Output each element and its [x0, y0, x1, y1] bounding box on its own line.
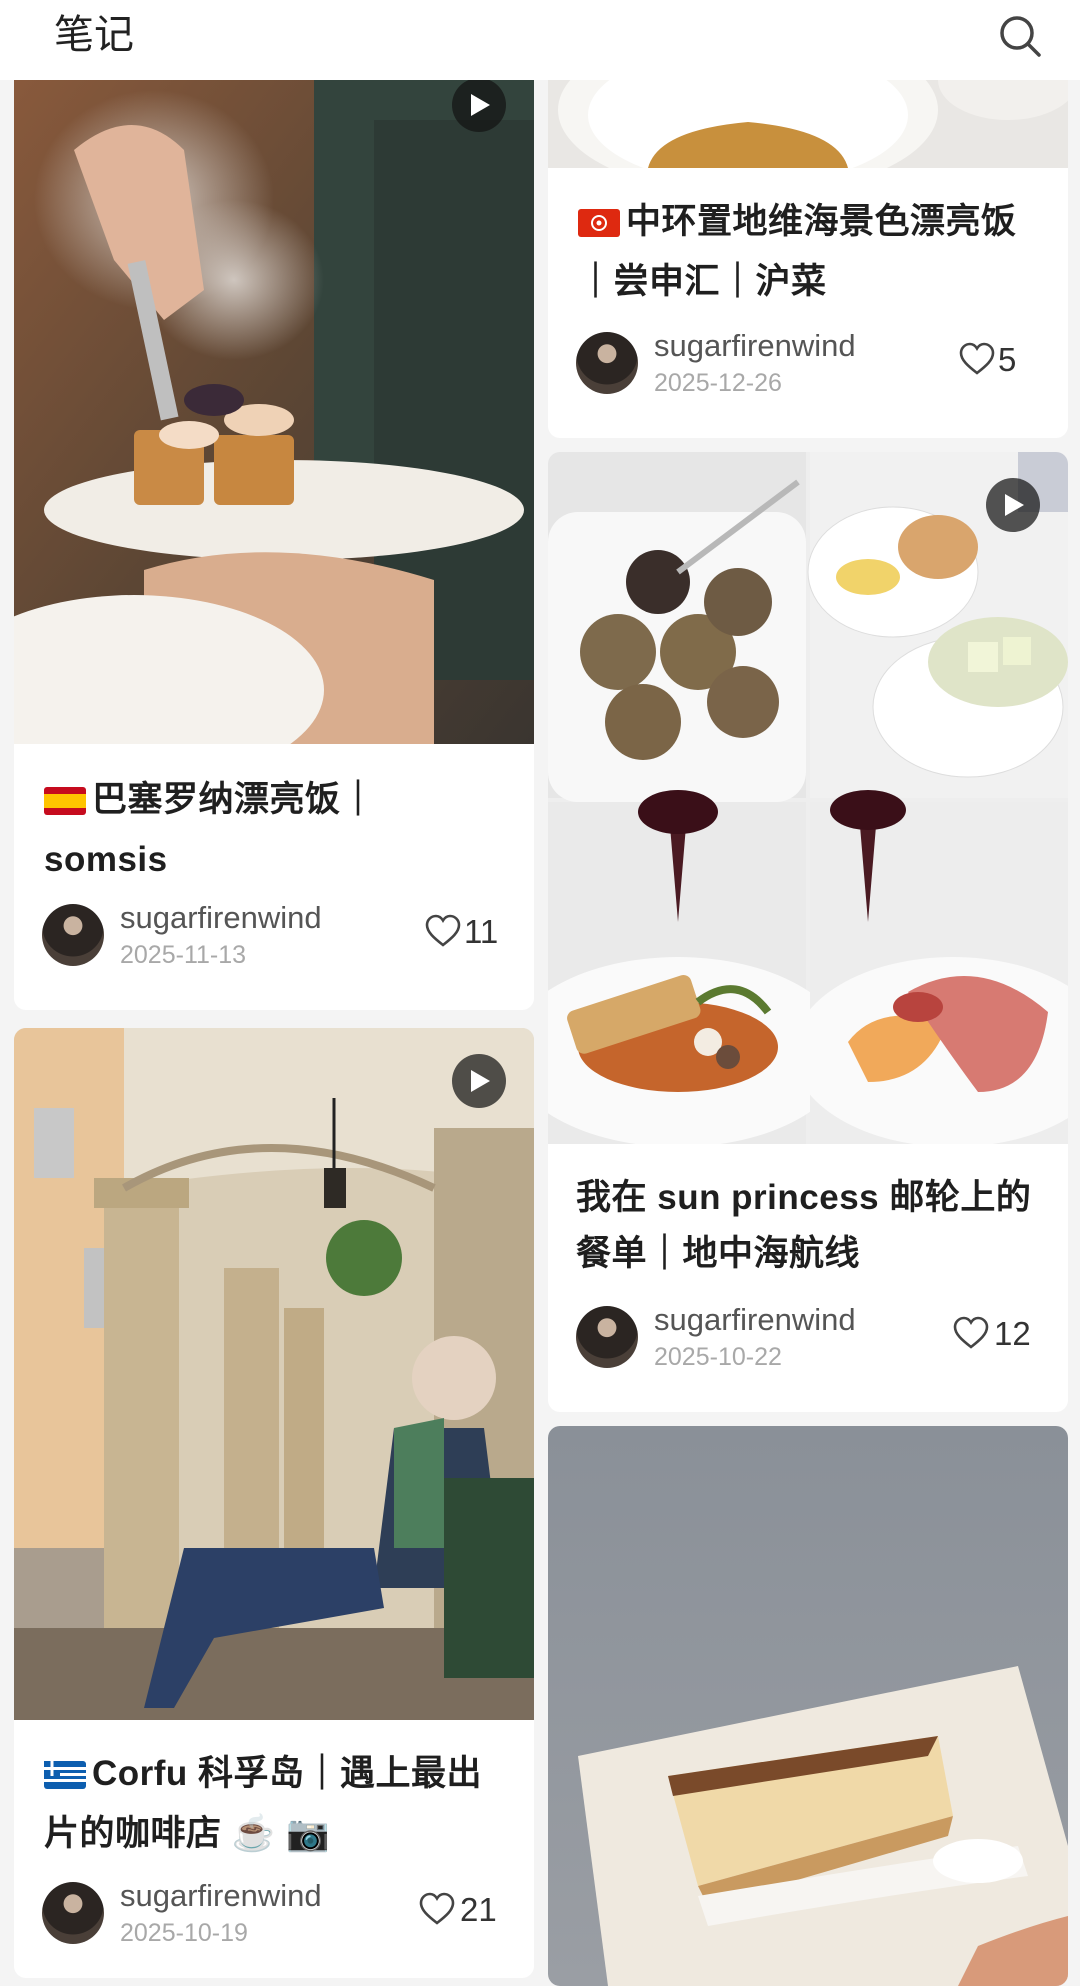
note-title-line1: 中环置地维海景色漂亮饭 [626, 202, 1017, 241]
post-date: 2025-11-13 [120, 941, 247, 969]
note-title: 我在 sun princess 邮轮上的 餐单｜地中海航线 [576, 1170, 1044, 1282]
note-title: 巴塞罗纳漂亮饭｜ somsis [44, 772, 510, 888]
note-card[interactable]: 巴塞罗纳漂亮饭｜ somsis sugarfirenwind 2025-11-1… [14, 60, 534, 1010]
note-cover-image [14, 1028, 534, 1720]
author-name[interactable]: sugarfirenwind [120, 900, 322, 936]
note-title: Corfu 科孚岛｜遇上最出 片的咖啡店 ☕️ 📷 [44, 1746, 510, 1862]
note-card[interactable] [548, 1426, 1068, 1986]
page-title: 笔记 [54, 13, 134, 57]
video-play-icon [452, 1054, 506, 1108]
author-name[interactable]: sugarfirenwind [120, 1878, 322, 1914]
author-name[interactable]: sugarfirenwind [654, 328, 856, 364]
author-name[interactable]: sugarfirenwind [654, 1302, 856, 1338]
note-cover-image [548, 452, 1068, 1144]
note-title: 中环置地维海景色漂亮饭 ｜尝申汇｜沪菜 [578, 194, 1044, 310]
note-title-line2: 片的咖啡店 [44, 1814, 222, 1853]
like-count: 21 [460, 1891, 497, 1928]
avatar[interactable] [42, 1882, 104, 1944]
note-card[interactable]: 中环置地维海景色漂亮饭 ｜尝申汇｜沪菜 sugarfirenwind 2025-… [548, 60, 1068, 438]
note-title-line2: somsis [44, 840, 168, 879]
note-meta: sugarfirenwind 2025-12-26 5 [576, 328, 1040, 398]
hong-kong-flag-icon [578, 198, 620, 254]
note-card[interactable]: Corfu 科孚岛｜遇上最出 片的咖啡店 ☕️ 📷 sugarfirenwind… [14, 1028, 534, 1978]
note-cover-image [548, 1426, 1068, 1986]
note-card[interactable]: 我在 sun princess 邮轮上的 餐单｜地中海航线 sugarfiren… [548, 452, 1068, 1412]
note-meta: sugarfirenwind 2025-10-22 12 [576, 1302, 1040, 1372]
avatar[interactable] [576, 1306, 638, 1368]
note-meta: sugarfirenwind 2025-11-13 11 [42, 900, 506, 970]
top-bar: 笔记 [0, 0, 1080, 80]
note-title-line2: 餐单｜地中海航线 [576, 1234, 861, 1273]
heart-icon [425, 914, 461, 947]
avatar[interactable] [576, 332, 638, 394]
note-meta: sugarfirenwind 2025-10-19 21 [42, 1878, 506, 1948]
like-count: 11 [464, 913, 499, 950]
note-title-line1: Corfu 科孚岛｜遇上最出 [92, 1754, 483, 1793]
post-date: 2025-10-22 [654, 1343, 782, 1371]
note-title-line1: 巴塞罗纳漂亮饭｜ [92, 780, 377, 819]
heart-icon [419, 1892, 455, 1925]
spain-flag-icon [44, 776, 86, 832]
greece-flag-icon [44, 1750, 86, 1806]
note-title-line1: 我在 sun princess 邮轮上的 [576, 1178, 1032, 1217]
like-count: 5 [998, 341, 1017, 378]
video-play-icon [986, 478, 1040, 532]
like-count: 12 [994, 1315, 1031, 1352]
post-date: 2025-10-19 [120, 1919, 248, 1947]
coffee-camera-emoji: ☕️ 📷 [231, 1814, 331, 1853]
search-icon[interactable] [996, 12, 1044, 60]
avatar[interactable] [42, 904, 104, 966]
post-date: 2025-12-26 [654, 369, 782, 397]
note-cover-image [14, 60, 534, 744]
note-title-line2: ｜尝申汇｜沪菜 [578, 262, 827, 301]
heart-icon [953, 1316, 989, 1349]
heart-icon [959, 342, 995, 375]
video-play-icon [452, 78, 506, 132]
